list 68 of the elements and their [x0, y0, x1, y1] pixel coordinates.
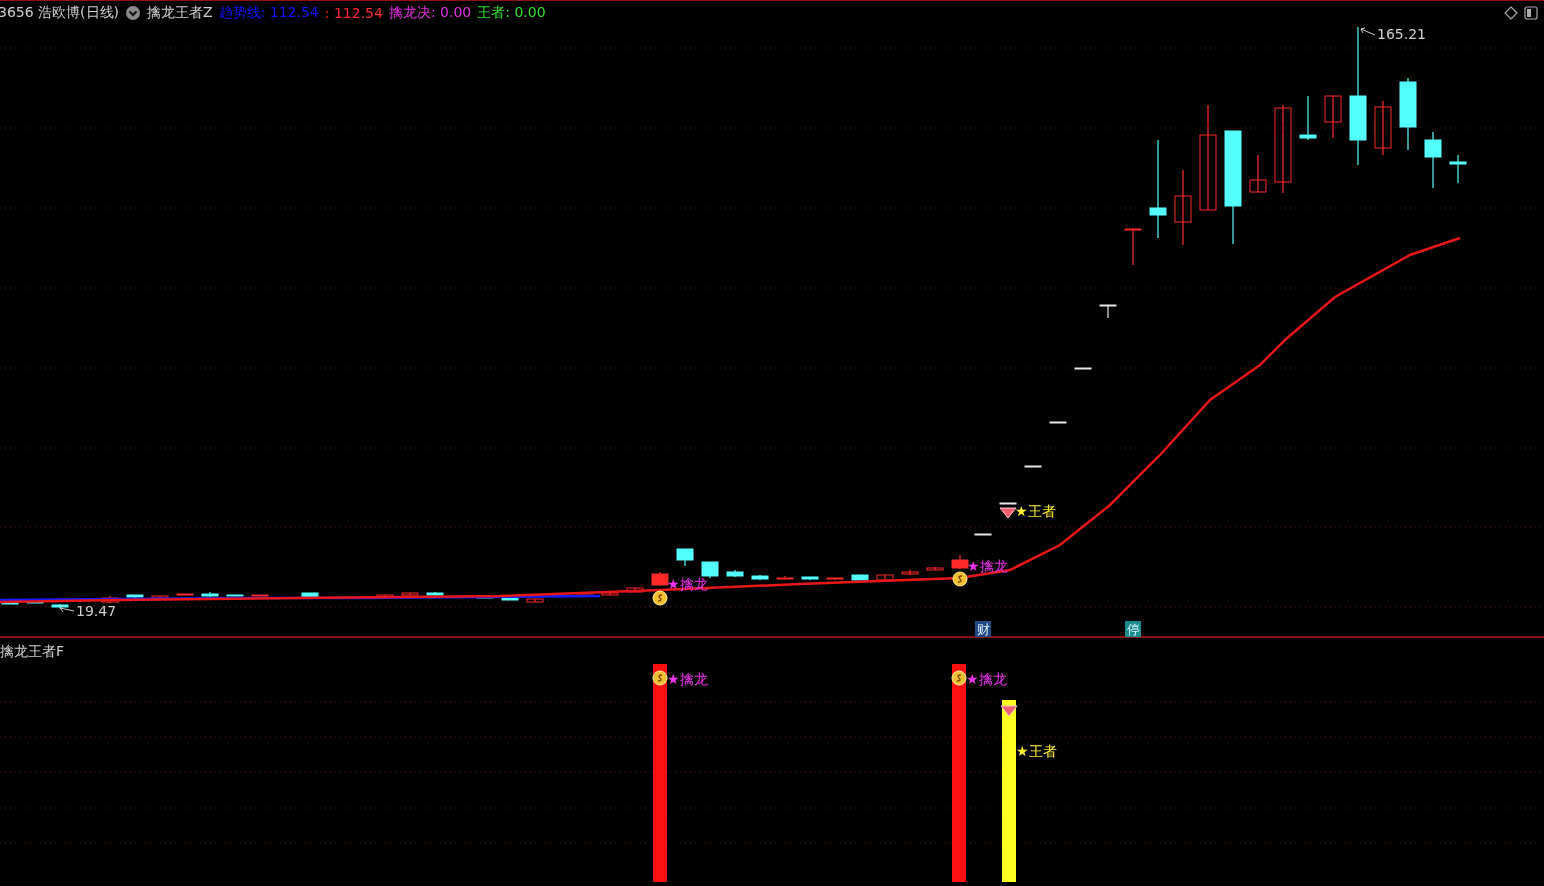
candlestick: [626, 587, 644, 593]
candlestick: [601, 592, 619, 596]
candlestick: [401, 592, 419, 596]
indicator-title: 擒龙王者F: [0, 643, 65, 659]
candlestick: [926, 566, 944, 571]
candlestick: [151, 595, 169, 599]
candlestick: [826, 577, 844, 581]
signal-label: ★擒龙: [967, 558, 1008, 574]
candlestick: [974, 533, 992, 536]
candlestick: [526, 598, 544, 603]
candlestick: [126, 594, 144, 599]
candlestick: [1424, 131, 1442, 189]
candlestick: [376, 594, 394, 598]
signal-label: ★王者: [1015, 503, 1056, 519]
legend-value: 趋势线: 112.54: [218, 3, 319, 22]
candlestick: [1024, 465, 1042, 468]
gem-icon: [999, 507, 1017, 519]
candlestick: [951, 554, 969, 570]
signal-label: ★擒龙: [966, 671, 1007, 687]
candlestick: [576, 594, 594, 597]
candlestick: [476, 596, 494, 599]
badge-label: 停: [1126, 622, 1140, 637]
candlestick: [726, 569, 744, 578]
candlestick: [176, 593, 194, 596]
candlestick: [1124, 227, 1142, 266]
candlestick: [301, 592, 319, 598]
candlestick: [1324, 95, 1342, 139]
diamond-icon[interactable]: [1504, 5, 1518, 20]
gem-icon: [1000, 705, 1018, 717]
candlestick: [1449, 154, 1467, 184]
candlestick: [776, 575, 794, 581]
panel-icon[interactable]: [1524, 5, 1538, 20]
candlestick: [201, 591, 219, 598]
low-price-label: 19.47: [76, 603, 117, 619]
candlestick: [651, 571, 669, 587]
candlestick: [999, 502, 1017, 505]
candlestick: [51, 603, 69, 609]
signal-label: ★擒龙: [667, 671, 708, 687]
candlestick: [1074, 367, 1092, 370]
candlestick: [1299, 95, 1317, 141]
candlestick: [676, 548, 694, 567]
candlestick: [251, 594, 269, 597]
candlestick: [101, 595, 119, 604]
signal-label: ★王者: [1016, 743, 1057, 759]
legend-value: 王者: 0.00: [477, 3, 546, 22]
candlestick: [1049, 421, 1067, 424]
badge-label: 财: [976, 622, 990, 637]
candlestick: [1249, 154, 1267, 193]
high-marker-arrow: [1360, 27, 1376, 36]
indicator-name: 擒龙王者Z: [147, 3, 213, 22]
candlestick: [501, 597, 519, 601]
legend-value: 擒龙决: 0.00: [388, 3, 472, 22]
low-marker-arrow: [59, 604, 75, 613]
candlestick: [851, 574, 869, 581]
high-price-label: 165.21: [1377, 26, 1426, 42]
candlestick: [1374, 100, 1392, 156]
candlestick: [1, 602, 19, 605]
candlestick: [701, 561, 719, 579]
candlestick: [751, 574, 769, 581]
dropdown-icon[interactable]: [125, 4, 141, 21]
candlestick: [876, 574, 894, 581]
candlestick: [426, 591, 444, 597]
candlestick: [1099, 304, 1117, 319]
candlestick: [901, 569, 919, 576]
legend-value: : 112.54: [324, 4, 383, 21]
candlestick: [226, 594, 244, 597]
candlestick: [801, 576, 819, 581]
candlestick: [26, 601, 44, 604]
